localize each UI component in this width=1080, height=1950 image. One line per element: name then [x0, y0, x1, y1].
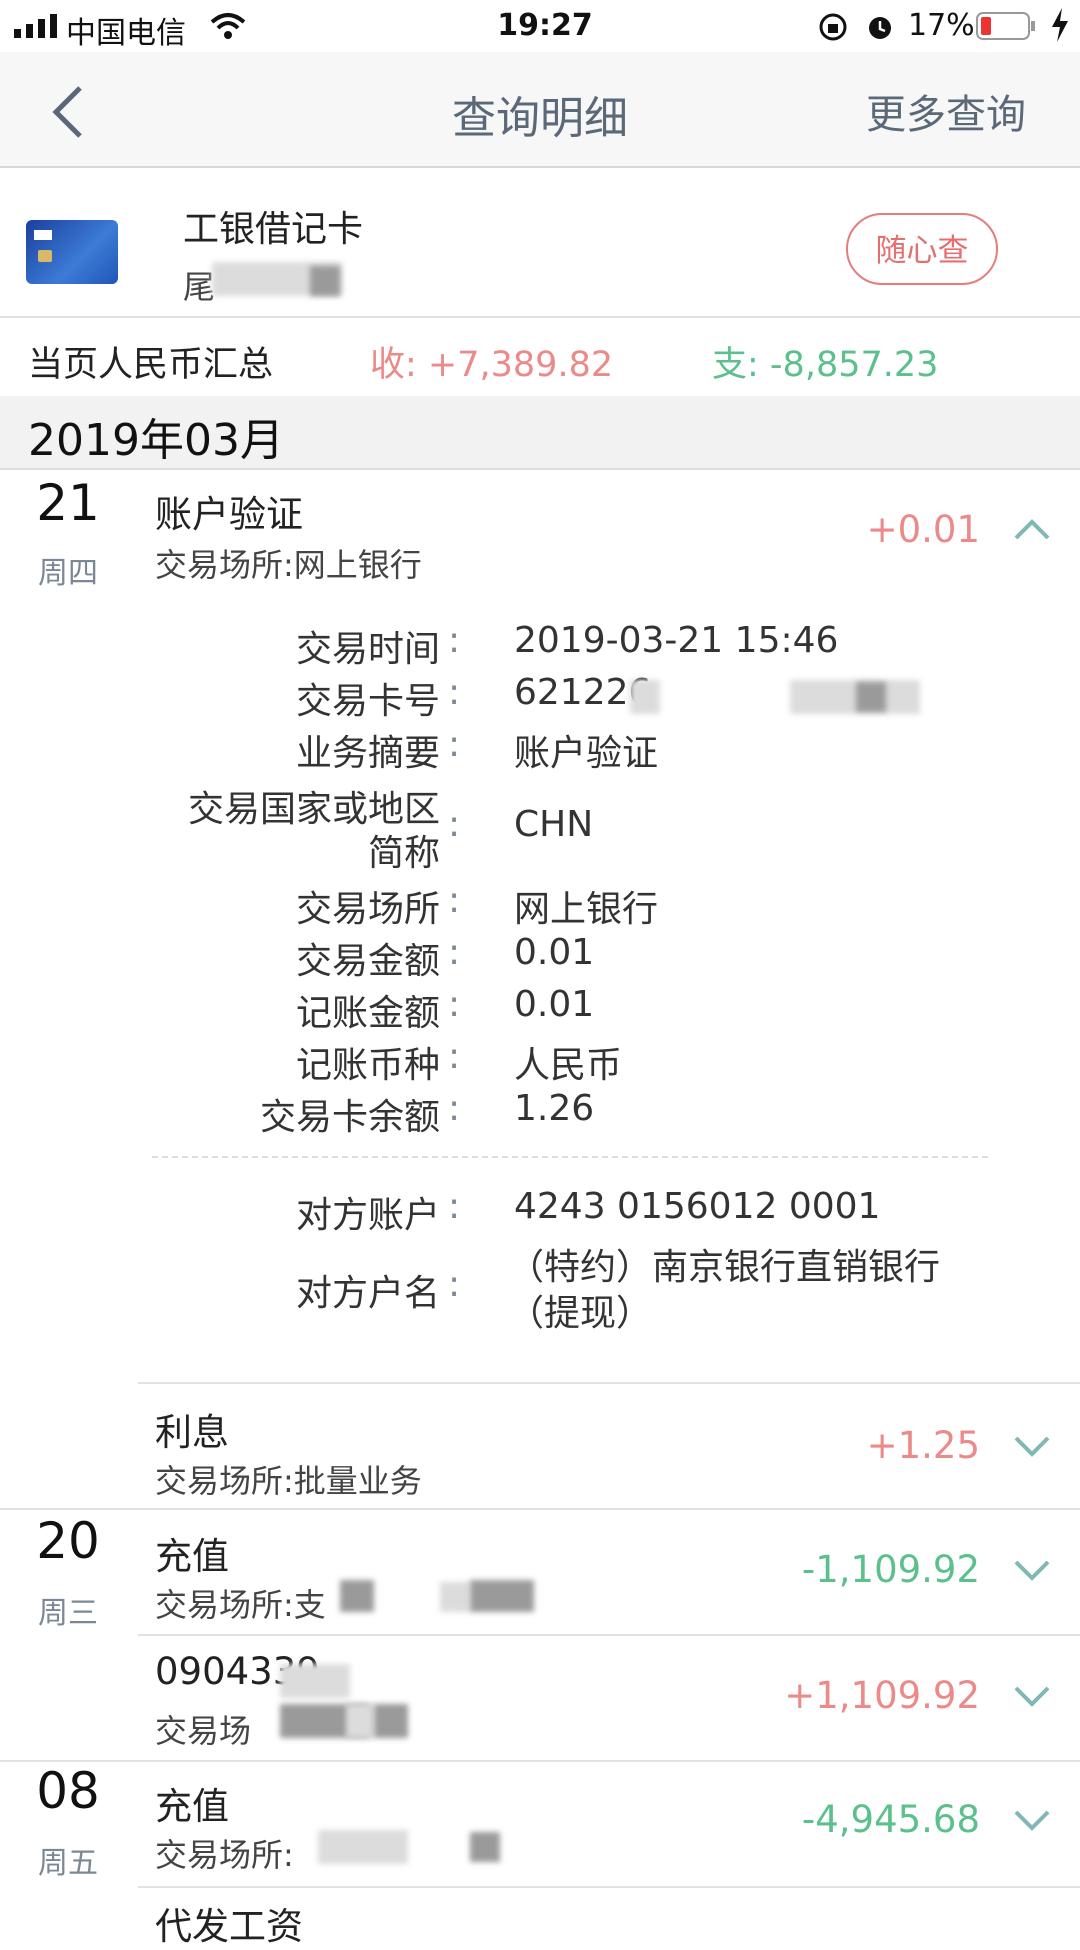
- detail-key: 业务摘要: [295, 733, 440, 774]
- counterparty-name: （提现）: [508, 1293, 653, 1334]
- detail-key: 对方账户: [295, 1195, 440, 1236]
- summary-expense: 支: -8,857.23: [712, 345, 939, 385]
- battery-icon: [976, 12, 1035, 40]
- detail-key: 交易时间: [295, 629, 440, 670]
- chevron-down-icon[interactable]: [1012, 1430, 1052, 1460]
- nav-bar: 查询明细 更多查询: [0, 52, 1080, 168]
- detail-divider: [152, 1156, 988, 1158]
- summary-income: 收: +7,389.82: [370, 345, 614, 385]
- detail-key: 交易场所: [295, 889, 440, 930]
- redacted-place: [346, 1704, 374, 1738]
- transaction-title[interactable]: 利息: [155, 1402, 229, 1456]
- detail-colon: :: [448, 620, 461, 661]
- card-tail: 尾: [183, 262, 215, 308]
- summary-bar: 当页人民币汇总 收: +7,389.82 支: -8,857.23: [0, 316, 1080, 398]
- chevron-down-icon[interactable]: [1012, 1804, 1052, 1834]
- summary-label: 当页人民币汇总: [28, 345, 274, 385]
- day-number: 08: [36, 1762, 100, 1820]
- transaction-title[interactable]: 充值: [155, 1526, 229, 1580]
- detail-key: 交易金额: [295, 941, 440, 982]
- card-tail-prefix: 尾: [183, 268, 216, 306]
- row-divider: [138, 1886, 1080, 1888]
- redacted-place: [440, 1582, 470, 1612]
- detail-colon: :: [448, 1036, 461, 1077]
- transaction-title[interactable]: 代发工资: [155, 1896, 303, 1950]
- detail-value: 账户验证: [514, 733, 659, 774]
- transaction-amount: +1,109.92: [784, 1674, 980, 1717]
- random-query-button[interactable]: 随心查: [846, 213, 998, 285]
- transaction-amount: +1.25: [866, 1424, 980, 1467]
- detail-colon: :: [448, 672, 461, 713]
- redacted-place: [318, 1830, 408, 1864]
- detail-colon: :: [448, 1088, 461, 1129]
- month-header: 2019年03月: [0, 396, 1080, 470]
- day-number: 20: [36, 1512, 100, 1570]
- redacted-card-number: [790, 680, 920, 714]
- battery-percent: 17%: [908, 8, 975, 43]
- detail-colon: :: [448, 1186, 461, 1227]
- detail-value: 0.01: [514, 932, 595, 973]
- detail-value: 人民币: [514, 1045, 623, 1086]
- redacted-card-number: [856, 682, 886, 712]
- transaction-amount: -1,109.92: [801, 1548, 980, 1591]
- detail-key: 记账币种: [295, 1045, 440, 1086]
- chevron-down-icon[interactable]: [1012, 1680, 1052, 1710]
- redacted-card-number: [630, 680, 660, 714]
- redacted-place: [470, 1580, 534, 1612]
- detail-value: 网上银行: [514, 889, 659, 930]
- detail-key: 记账金额: [295, 993, 440, 1034]
- row-divider: [0, 1508, 1080, 1510]
- detail-value: 1.26: [514, 1088, 595, 1129]
- transaction-place: 交易场所:批量业务: [155, 1462, 422, 1500]
- redacted-place: [374, 1704, 408, 1738]
- transaction-place: 交易场所:支: [155, 1586, 326, 1624]
- detail-value: CHN: [514, 804, 594, 845]
- card-name: 工银借记卡: [183, 209, 364, 250]
- row-divider: [0, 1760, 1080, 1762]
- detail-colon: :: [448, 880, 461, 921]
- detail-key: 对方户名: [295, 1273, 440, 1314]
- detail-colon: :: [448, 984, 461, 1025]
- detail-colon: :: [448, 724, 461, 765]
- transaction-place: 交易场: [155, 1712, 252, 1750]
- detail-value: 2019-03-21 15:46: [514, 620, 839, 661]
- more-query-button[interactable]: 更多查询: [866, 82, 1026, 140]
- transaction-place: 交易场所:: [155, 1836, 294, 1874]
- status-bar: 中国电信 19:27 17%: [0, 0, 1080, 52]
- transaction-title[interactable]: 充值: [155, 1776, 229, 1830]
- chevron-up-icon[interactable]: [1012, 514, 1052, 544]
- redacted-place: [340, 1580, 374, 1612]
- detail-key: 交易卡号: [295, 681, 440, 722]
- detail-key: 交易卡余额: [259, 1097, 440, 1138]
- redacted-title: [280, 1664, 350, 1698]
- day-weekday: 周五: [38, 1846, 98, 1881]
- rotation-lock-icon: [819, 13, 847, 41]
- card-image: [26, 220, 118, 284]
- chevron-down-icon[interactable]: [1012, 1554, 1052, 1584]
- transaction-amount: +0.01: [866, 508, 980, 551]
- detail-colon: :: [448, 804, 461, 845]
- bank-logo-icon: [34, 230, 52, 240]
- transaction-amount: -4,945.68: [801, 1798, 980, 1841]
- transaction-place: 交易场所:网上银行: [155, 546, 422, 584]
- detail-colon: :: [448, 932, 461, 973]
- redacted-place: [470, 1832, 500, 1862]
- redacted-card-tail: [310, 266, 340, 296]
- day-weekday: 周三: [38, 1596, 98, 1631]
- card-chip-icon: [38, 250, 52, 262]
- transaction-title[interactable]: 账户验证: [155, 484, 303, 538]
- detail-value: 0.01: [514, 984, 595, 1025]
- alarm-icon: [869, 17, 891, 39]
- counterparty-name: （特约）南京银行直销银行: [508, 1247, 941, 1288]
- row-divider: [138, 1382, 1080, 1384]
- detail-key: 简称: [367, 833, 440, 874]
- counterparty-account: 4243 0156012 0001: [514, 1186, 881, 1227]
- detail-colon: :: [448, 1264, 461, 1305]
- day-number: 21: [36, 474, 100, 532]
- row-divider: [138, 1634, 1080, 1636]
- day-weekday: 周四: [38, 556, 98, 591]
- charging-icon: [1052, 8, 1068, 42]
- month-label: 2019年03月: [28, 415, 284, 466]
